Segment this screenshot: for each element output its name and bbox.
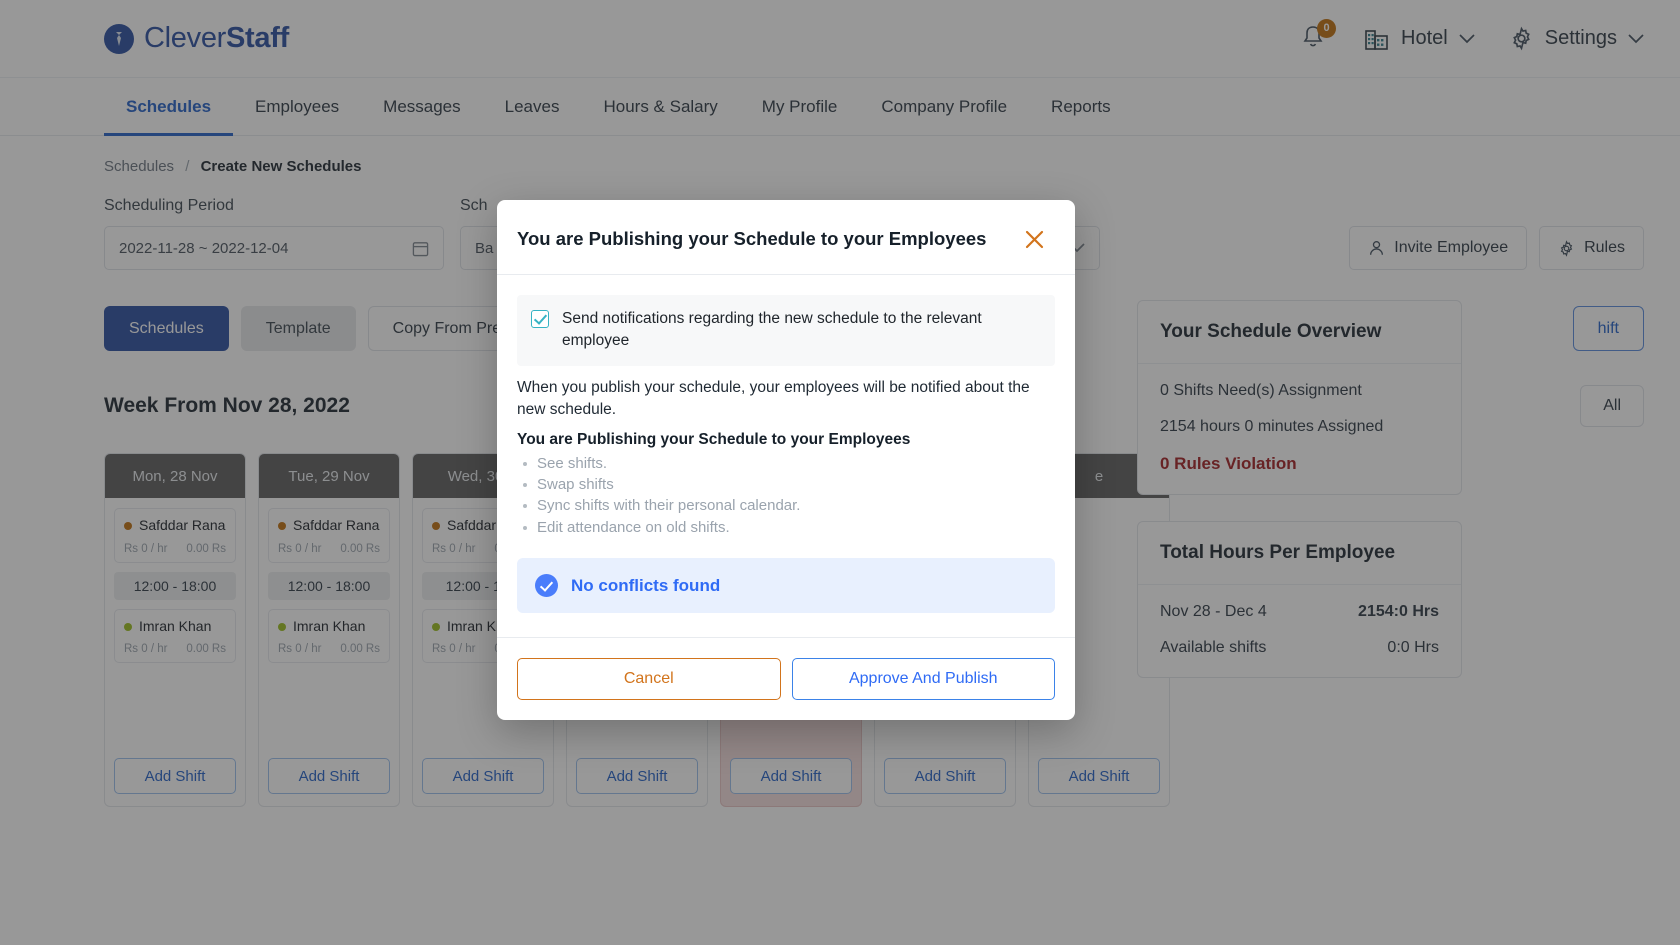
modal-header: You are Publishing your Schedule to your… — [497, 200, 1075, 275]
close-icon[interactable] — [1019, 224, 1049, 254]
list-item: See shifts. — [517, 453, 1055, 474]
list-item: Swap shifts — [517, 474, 1055, 495]
conflict-status-text: No conflicts found — [571, 576, 720, 596]
modal-title: You are Publishing your Schedule to your… — [517, 228, 986, 250]
modal-body: Send notifications regarding the new sch… — [497, 275, 1075, 613]
list-item: Edit attendance on old shifts. — [517, 517, 1055, 538]
publish-schedule-modal: You are Publishing your Schedule to your… — [497, 200, 1075, 720]
conflict-status-banner: No conflicts found — [517, 558, 1055, 613]
approve-and-publish-button[interactable]: Approve And Publish — [792, 658, 1056, 700]
check-circle-icon — [535, 574, 558, 597]
send-notifications-row[interactable]: Send notifications regarding the new sch… — [517, 295, 1055, 366]
publish-subheading: You are Publishing your Schedule to your… — [517, 431, 1055, 449]
publish-description: When you publish your schedule, your emp… — [517, 377, 1055, 422]
cancel-button[interactable]: Cancel — [517, 658, 781, 700]
send-notifications-label: Send notifications regarding the new sch… — [562, 308, 1041, 353]
capabilities-list: See shifts. Swap shifts Sync shifts with… — [517, 453, 1055, 538]
send-notifications-checkbox[interactable] — [531, 310, 549, 328]
app-root: CleverStaff 0 — [0, 0, 1680, 945]
modal-footer: Cancel Approve And Publish — [497, 637, 1075, 720]
list-item: Sync shifts with their personal calendar… — [517, 495, 1055, 516]
